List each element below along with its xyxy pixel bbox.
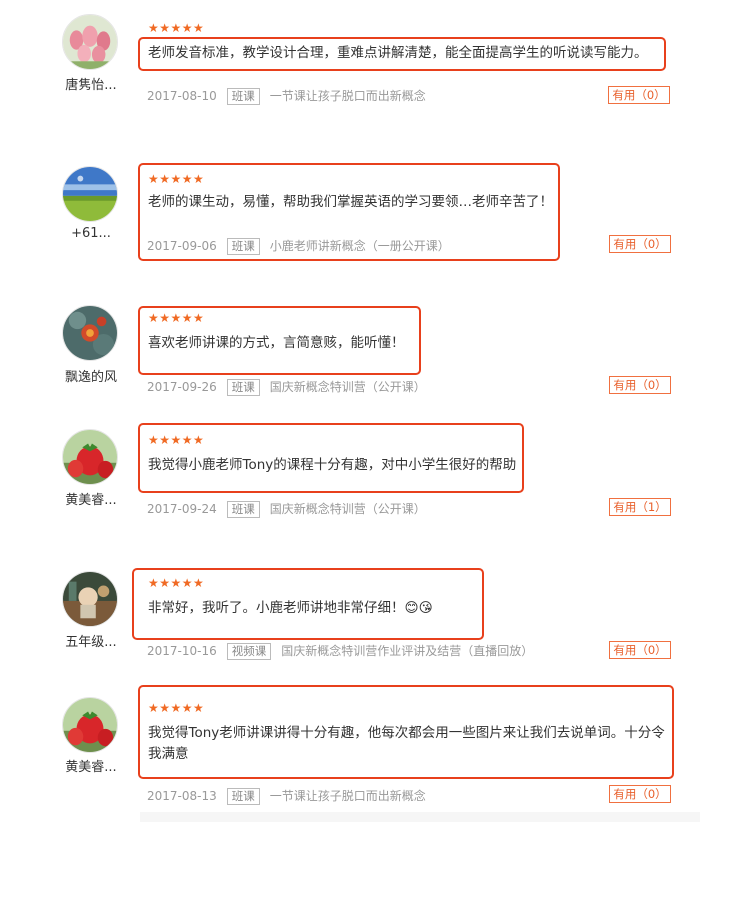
review-text: 喜欢老师讲课的方式，言简意赅，能听懂！	[148, 335, 405, 351]
course-type-badge: 班课	[226, 88, 260, 105]
course-type-badge: 班课	[226, 379, 260, 396]
course-type-badge: 班课	[226, 788, 260, 805]
course-type-badge: 班课	[226, 238, 260, 255]
landscape-avatar-icon[interactable]	[62, 166, 118, 222]
useful-button[interactable]: 有用（0）	[609, 376, 671, 394]
flower-avatar-icon[interactable]	[62, 305, 118, 361]
star-rating: ★★★★★	[148, 21, 205, 35]
review-meta: 2017-10-16 视频课 国庆新概念特训营作业评讲及结营（直播回放）	[147, 642, 533, 660]
course-link[interactable]: 一节课让孩子脱口而出新概念	[270, 789, 426, 803]
course-link[interactable]: 小鹿老师讲新概念（一册公开课）	[270, 239, 450, 253]
list-bottom-divider	[140, 812, 700, 822]
strawberry-avatar-icon[interactable]	[62, 429, 118, 485]
username[interactable]: 唐隽怡...	[55, 74, 127, 93]
star-rating: ★★★★★	[148, 311, 205, 325]
review-text: 老师的课生动，易懂，帮助我们掌握英语的学习要领…老师辛苦了！	[148, 194, 553, 210]
tulips-avatar-icon[interactable]	[62, 14, 118, 70]
course-link[interactable]: 一节课让孩子脱口而出新概念	[270, 89, 426, 103]
review-meta: 2017-08-10 班课 一节课让孩子脱口而出新概念	[147, 87, 426, 105]
star-rating: ★★★★★	[148, 433, 205, 447]
course-type-badge: 视频课	[226, 643, 272, 660]
character-avatar-icon[interactable]	[62, 571, 118, 627]
useful-button[interactable]: 有用（1）	[609, 498, 671, 516]
star-rating: ★★★★★	[148, 172, 205, 186]
course-type-badge: 班课	[226, 501, 260, 518]
star-rating: ★★★★★	[148, 701, 205, 715]
review-text: 老师发音标准，教学设计合理，重难点讲解清楚，能全面提高学生的听说读写能力。	[148, 45, 648, 61]
review-meta: 2017-09-26 班课 国庆新概念特训营（公开课）	[147, 378, 426, 396]
review-text: 我觉得小鹿老师Tony的课程十分有趣，对中小学生很好的帮助	[148, 457, 517, 473]
review-meta: 2017-09-24 班课 国庆新概念特训营（公开课）	[147, 500, 426, 518]
review-date: 2017-10-16	[147, 644, 217, 658]
strawberry-avatar-icon[interactable]	[62, 697, 118, 753]
course-link[interactable]: 国庆新概念特训营（公开课）	[270, 380, 426, 394]
username[interactable]: 五年级...	[55, 631, 127, 650]
review-date: 2017-09-26	[147, 380, 217, 394]
useful-button[interactable]: 有用（0）	[609, 785, 671, 803]
course-link[interactable]: 国庆新概念特训营（公开课）	[270, 502, 426, 516]
useful-button[interactable]: 有用（0）	[608, 86, 670, 104]
review-meta: 2017-09-06 班课 小鹿老师讲新概念（一册公开课）	[147, 237, 450, 255]
review-text: 非常好，我听了。小鹿老师讲地非常仔细！😊😘	[148, 600, 433, 616]
review-meta: 2017-08-13 班课 一节课让孩子脱口而出新概念	[147, 787, 426, 805]
course-link[interactable]: 国庆新概念特训营作业评讲及结营（直播回放）	[281, 644, 533, 658]
username[interactable]: 黄美睿...	[55, 489, 127, 508]
review-text: 我觉得Tony老师讲课讲得十分有趣，他每次都会用一些图片来让我们去说单词。十分令…	[148, 725, 665, 762]
review-date: 2017-08-10	[147, 89, 217, 103]
username[interactable]: +61...	[55, 226, 127, 241]
useful-button[interactable]: 有用（0）	[609, 235, 671, 253]
review-date: 2017-08-13	[147, 789, 217, 803]
review-date: 2017-09-24	[147, 502, 217, 516]
review-date: 2017-09-06	[147, 239, 217, 253]
username[interactable]: 黄美睿...	[55, 756, 127, 775]
username[interactable]: 飘逸的风	[55, 366, 127, 385]
star-rating: ★★★★★	[148, 576, 205, 590]
useful-button[interactable]: 有用（0）	[609, 641, 671, 659]
